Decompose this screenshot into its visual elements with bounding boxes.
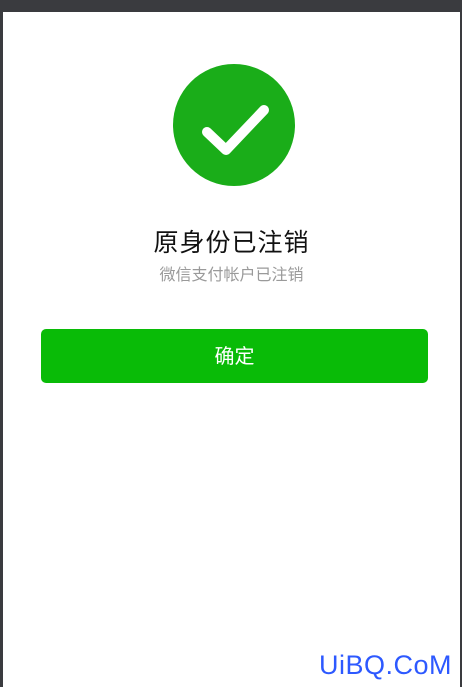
result-title: 原身份已注销	[153, 228, 310, 257]
result-screen: 原身份已注销 微信支付帐户已注销 确定 UiBQ.CoM	[3, 12, 460, 687]
checkmark-icon	[202, 105, 269, 155]
confirm-button[interactable]: 确定	[41, 329, 428, 383]
watermark-text: UiBQ.CoM	[318, 650, 452, 680]
check-circle-icon	[173, 64, 295, 186]
result-subtitle: 微信支付帐户已注销	[159, 265, 304, 284]
